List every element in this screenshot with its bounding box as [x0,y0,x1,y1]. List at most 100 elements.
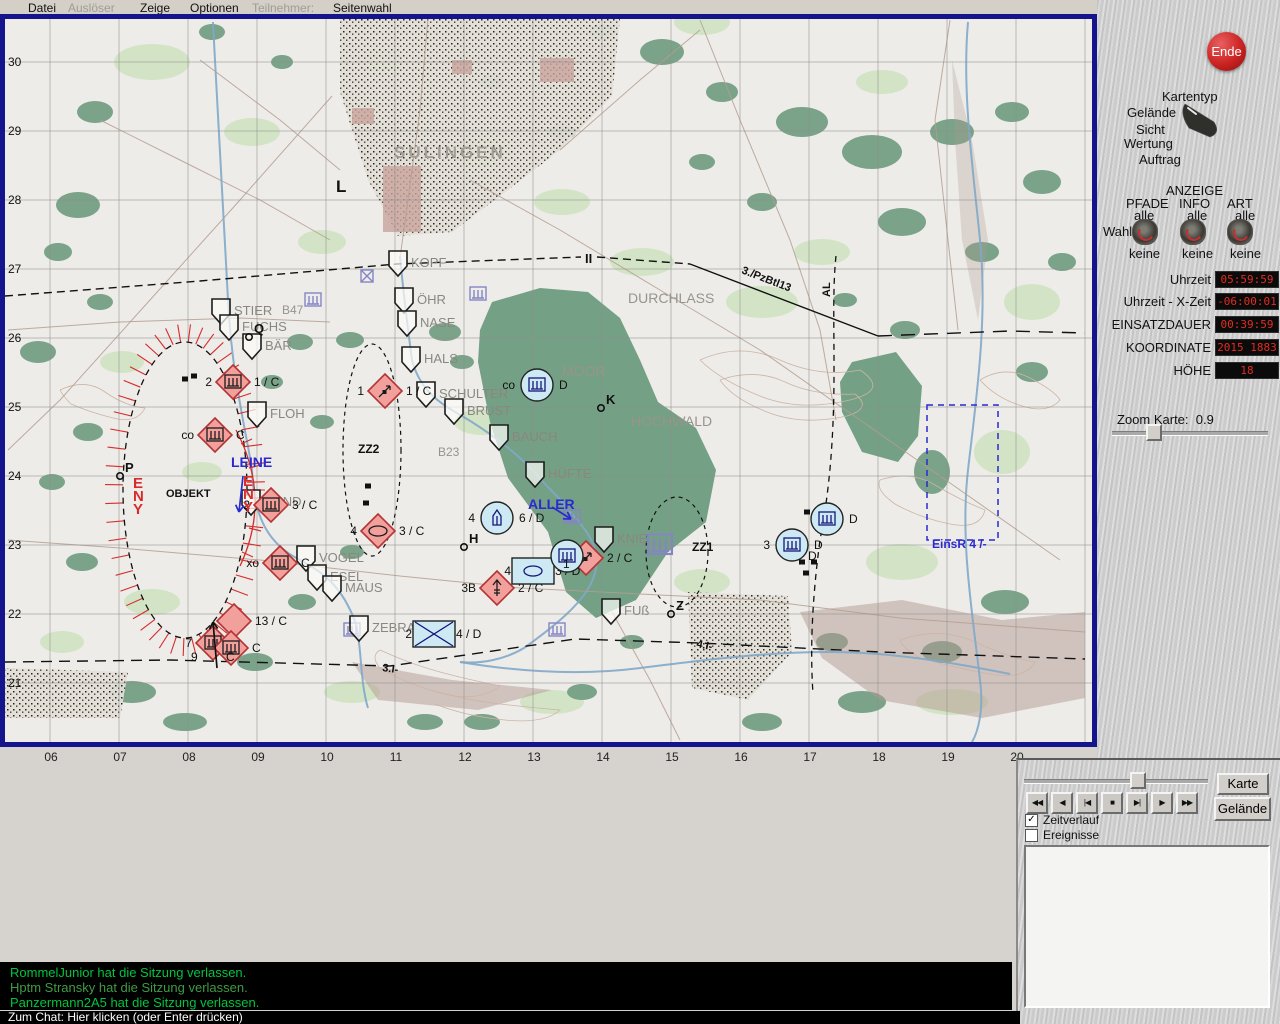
anzeige-knob-art[interactable] [1227,219,1253,245]
play-button[interactable]: ▶ [1151,792,1173,814]
enemy-unit[interactable] [198,418,232,452]
enemy-unit[interactable] [263,546,297,580]
friendly-unit[interactable] [811,503,843,535]
app-window: { "menu":{"items":[ {"label":"Datei","x"… [0,0,1280,1024]
checkbox-label: Zeitverlauf [1043,813,1099,827]
svg-text:MAUS: MAUS [345,580,383,595]
skip-start-button[interactable]: |◀ [1076,792,1098,814]
timeline-slider-track[interactable] [1024,779,1208,784]
menu-item-datei[interactable]: Datei [28,1,56,15]
readout-label: KOORDINATE [1126,340,1211,355]
friendly-unit[interactable] [521,369,553,401]
control-point-öhr[interactable]: ÖHR [395,288,446,313]
gelaende-button[interactable]: Gelände [1214,797,1271,821]
enemy-unit[interactable] [368,374,402,408]
readout-label: EINSATZDAUER [1112,317,1211,332]
friendly-unit[interactable] [512,558,554,584]
menu-item-auslser[interactable]: Auslöser [68,1,115,15]
grid-y-label: 22 [8,607,22,621]
unit-label: 2 [405,627,412,641]
ende-button[interactable]: Ende [1207,32,1246,71]
grid-x-label: 11 [386,750,406,764]
unit-label: 4 / D [456,627,482,641]
control-point-hals[interactable]: HALS [402,347,458,372]
svg-text:FLOH: FLOH [270,406,305,421]
svg-text:HÜFTE: HÜFTE [548,466,592,481]
checkbox-row-zeitverlauf: ✓ Zeitverlauf [1025,813,1099,827]
grid-y-label: 27 [8,262,22,276]
checkbox-zeitverlauf[interactable]: ✓ [1025,814,1038,827]
kartentyp-knob[interactable] [1097,0,1280,758]
event-listbox[interactable] [1024,845,1270,1008]
karte-button[interactable]: Karte [1217,773,1269,795]
readout-value-koordinate: 2015 1883 [1215,339,1279,356]
control-point-kopf[interactable]: KOPF [389,251,446,276]
control-point-maus[interactable]: MAUS [323,576,383,601]
zoom-slider-track[interactable] [1112,431,1268,436]
timeline-slider-handle[interactable] [1130,772,1146,789]
kartentyp-option-gelände[interactable]: Gelände [1127,105,1176,120]
anzeige-knob-pfade[interactable] [1132,219,1158,245]
map-label: 9 [191,650,198,664]
control-point-floh[interactable]: FLOH [248,402,305,427]
control-point-bär[interactable]: BÄR [243,334,292,359]
svg-text:HALS: HALS [424,351,458,366]
control-point-fuß[interactable]: FUß [602,599,649,624]
grid-x-label: 16 [731,750,751,764]
grid-x-label: 06 [41,750,61,764]
grid-y-label: 23 [8,538,22,552]
map-label: HOCHWALD [631,413,712,429]
map-label: ZZ1 [692,540,714,554]
grid-x-label: 15 [662,750,682,764]
friendly-unit[interactable] [776,529,808,561]
friendly-unit[interactable] [413,621,455,647]
kartentyp-option-sicht[interactable]: Sicht [1136,122,1165,137]
fast-forward-button[interactable]: ▶▶ [1176,792,1198,814]
svg-text:FUß: FUß [624,603,649,618]
step-back-button[interactable]: ◀ [1051,792,1073,814]
svg-text:FUCHS: FUCHS [242,319,287,334]
chat-message: RommelJunior hat die Sitzung verlassen. [10,965,1012,980]
grid-x-label: 13 [524,750,544,764]
menu-item-seitenwahl[interactable]: Seitenwahl [333,1,392,15]
anzeige-bottom-label: keine [1230,246,1261,261]
map-label: EinsR 4 /- [932,537,987,551]
anzeige-knob-info[interactable] [1180,219,1206,245]
map-label: ALLER [528,496,575,512]
grid-x-label: 12 [455,750,475,764]
map-label: LEINE [231,454,272,470]
unit-label: 4 [468,511,475,525]
rewind-button[interactable]: ◀◀ [1026,792,1048,814]
checkbox-ereignisse[interactable] [1025,829,1038,842]
svg-text:KOPF: KOPF [411,255,446,270]
tactical-map[interactable]: 30292827262524232221KOPFSTIERFUCHSBÄRÖHR… [5,19,1092,742]
checkpoint-P: P [125,460,134,475]
checkpoint-Z: Z [676,598,684,613]
kartentyp-option-wertung[interactable]: Wertung [1124,136,1173,151]
chat-input-bar[interactable]: Zum Chat: Hier klicken (oder Enter drück… [0,1011,1020,1024]
grid-y-label: 21 [8,676,22,690]
zoom-slider-handle[interactable] [1146,424,1162,441]
map-label: DURCHLASS [628,290,714,306]
unit-label: xo [246,556,259,570]
stop-button[interactable]: ■ [1101,792,1123,814]
friendly-unit[interactable] [481,502,513,534]
menu-item-zeige[interactable]: Zeige [140,1,170,15]
kartentyp-option-auftrag[interactable]: Auftrag [1139,152,1181,167]
grid-x-label: 14 [593,750,613,764]
menu-item-optionen[interactable]: Optionen [190,1,239,15]
anzeige-bottom-label: keine [1129,246,1160,261]
menu-item-teilnehmer[interactable]: Teilnehmer: [252,1,314,15]
svg-text:KNIE: KNIE [617,531,648,546]
unit-label: 7 [185,636,192,650]
grid-y-label: 26 [8,331,22,345]
map-label: 1 [563,557,570,571]
unit-label: D [559,378,568,392]
wahl-label: Wahl [1103,224,1132,239]
unit-label: 6 / D [519,511,545,525]
skip-end-button[interactable]: ▶| [1126,792,1148,814]
readout-label: Uhrzeit - X-Zeit [1124,294,1211,309]
enemy-unit[interactable] [361,514,395,548]
unit-label: 1 [357,384,364,398]
grid-x-label: 17 [800,750,820,764]
